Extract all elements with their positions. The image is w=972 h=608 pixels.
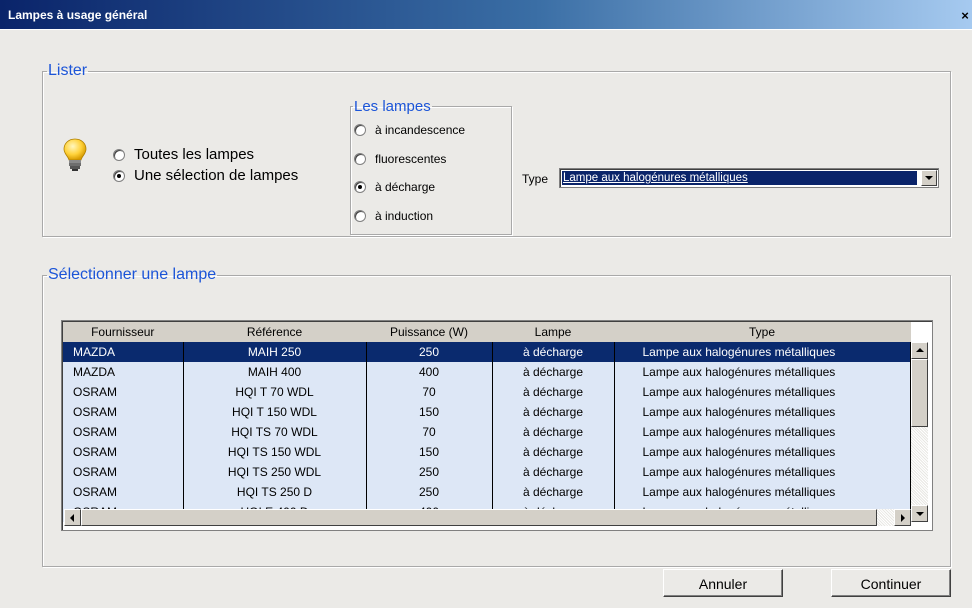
vertical-scrollbar[interactable] xyxy=(911,342,928,522)
cell-type: Lampe aux halogénures métalliques xyxy=(614,382,911,402)
radio-toutes-les-lampes[interactable]: Toutes les lampes xyxy=(113,146,254,163)
cell-puissance: 150 xyxy=(366,402,493,422)
radio-label: à incandescence xyxy=(375,123,466,137)
column-header-puissance[interactable]: Puissance (W) xyxy=(366,322,493,342)
cell-fournisseur: MAZDA xyxy=(63,342,184,362)
cell-reference: HQI T 70 WDL xyxy=(183,382,367,402)
column-header-fournisseur[interactable]: Fournisseur xyxy=(63,322,184,342)
continue-button[interactable]: Continuer xyxy=(831,569,951,597)
cell-type: Lampe aux halogénures métalliques xyxy=(614,342,911,362)
scroll-right-icon[interactable] xyxy=(894,509,911,526)
les-lampes-legend: Les lampes xyxy=(354,98,431,115)
selection-group: Sélectionner une lampe Fournisseur Référ… xyxy=(42,266,951,567)
les-lampes-group: Les lampes à incandescence fluorescentes… xyxy=(350,98,512,235)
grid-header-row: Fournisseur Référence Puissance (W) Lamp… xyxy=(63,322,911,342)
cell-fournisseur: OSRAM xyxy=(63,482,184,502)
radio-label: fluorescentes xyxy=(375,152,447,166)
window-title: Lampes à usage général xyxy=(8,8,148,22)
radio-button-icon[interactable] xyxy=(354,124,366,136)
cell-lampe: à décharge xyxy=(492,402,615,422)
table-row[interactable]: MAZDA MAIH 250 250 à décharge Lampe aux … xyxy=(63,342,911,362)
scroll-up-icon[interactable] xyxy=(911,342,928,359)
vertical-scroll-thumb[interactable] xyxy=(911,359,928,427)
title-bar: Lampes à usage général × xyxy=(0,0,972,30)
radio-label: à induction xyxy=(375,209,434,223)
type-label: Type xyxy=(522,172,549,186)
column-header-type[interactable]: Type xyxy=(614,322,911,342)
cell-puissance: 70 xyxy=(366,422,493,442)
cell-type: Lampe aux halogénures métalliques xyxy=(614,462,911,482)
horizontal-scroll-thumb[interactable] xyxy=(81,509,877,526)
lister-legend: Lister xyxy=(48,62,88,79)
scroll-left-icon[interactable] xyxy=(64,509,81,526)
cell-reference: HQI T 150 WDL xyxy=(183,402,367,422)
radio-incandescence[interactable]: à incandescence xyxy=(354,123,465,137)
cell-puissance: 250 xyxy=(366,342,493,362)
table-row[interactable]: OSRAM HQI TS 250 D 250 à décharge Lampe … xyxy=(63,482,911,502)
cell-fournisseur: OSRAM xyxy=(63,402,184,422)
lister-group: Lister Toutes les lampes Une sélection d… xyxy=(42,62,951,237)
radio-label: Une sélection de lampes xyxy=(134,167,299,184)
cell-lampe: à décharge xyxy=(492,462,615,482)
table-row[interactable]: OSRAM HQI TS 70 WDL 70 à décharge Lampe … xyxy=(63,422,911,442)
cell-reference: HQI TS 70 WDL xyxy=(183,422,367,442)
cell-lampe: à décharge xyxy=(492,362,615,382)
horizontal-scrollbar[interactable] xyxy=(64,509,911,526)
cell-type: Lampe aux halogénures métalliques xyxy=(614,482,911,502)
cancel-button[interactable]: Annuler xyxy=(663,569,783,597)
radio-induction[interactable]: à induction xyxy=(354,209,433,223)
table-row[interactable]: OSRAM HQI TS 150 WDL 150 à décharge Lamp… xyxy=(63,442,911,462)
radio-fluorescentes[interactable]: fluorescentes xyxy=(354,152,446,166)
table-row[interactable]: OSRAM HQI TS 250 WDL 250 à décharge Lamp… xyxy=(63,462,911,482)
type-dropdown[interactable]: Lampe aux halogénures métalliques xyxy=(559,168,939,188)
radio-button-icon[interactable] xyxy=(113,148,125,161)
table-row[interactable]: MAZDA MAIH 400 400 à décharge Lampe aux … xyxy=(63,362,911,382)
selection-legend: Sélectionner une lampe xyxy=(48,266,217,283)
column-header-lampe[interactable]: Lampe xyxy=(492,322,615,342)
cell-lampe: à décharge xyxy=(492,342,615,362)
cell-fournisseur: MAZDA xyxy=(63,362,184,382)
cell-type: Lampe aux halogénures métalliques xyxy=(614,362,911,382)
cell-puissance: 250 xyxy=(366,482,493,502)
cell-lampe: à décharge xyxy=(492,382,615,402)
cell-reference: HQI TS 250 WDL xyxy=(183,462,367,482)
cell-fournisseur: OSRAM xyxy=(63,462,184,482)
radio-selection-de-lampes[interactable]: Une sélection de lampes xyxy=(113,167,298,184)
cell-reference: MAIH 250 xyxy=(183,342,367,362)
cell-puissance: 150 xyxy=(366,442,493,462)
cell-reference: MAIH 400 xyxy=(183,362,367,382)
radio-button-icon[interactable] xyxy=(113,169,125,182)
cell-type: Lampe aux halogénures métalliques xyxy=(614,402,911,422)
cell-fournisseur: OSRAM xyxy=(63,382,184,402)
cell-reference: HQI TS 150 WDL xyxy=(183,442,367,462)
radio-button-icon[interactable] xyxy=(354,153,366,165)
type-dropdown-value: Lampe aux halogénures métalliques xyxy=(562,171,917,185)
chevron-down-icon[interactable] xyxy=(921,170,937,186)
close-icon[interactable]: × xyxy=(958,9,972,24)
cell-puissance: 250 xyxy=(366,462,493,482)
radio-label: à décharge xyxy=(375,180,436,194)
cell-fournisseur: OSRAM xyxy=(63,422,184,442)
lamp-grid[interactable]: Fournisseur Référence Puissance (W) Lamp… xyxy=(61,320,933,531)
cell-puissance: 70 xyxy=(366,382,493,402)
cell-type: Lampe aux halogénures métalliques xyxy=(614,442,911,462)
radio-button-icon[interactable] xyxy=(354,181,366,193)
table-row[interactable]: OSRAM HQI T 70 WDL 70 à décharge Lampe a… xyxy=(63,382,911,402)
radio-label: Toutes les lampes xyxy=(134,146,255,163)
cell-type: Lampe aux halogénures métalliques xyxy=(614,422,911,442)
cell-lampe: à décharge xyxy=(492,442,615,462)
column-header-reference[interactable]: Référence xyxy=(183,322,367,342)
radio-button-icon[interactable] xyxy=(354,210,366,222)
scroll-down-icon[interactable] xyxy=(911,505,928,522)
radio-decharge[interactable]: à décharge xyxy=(354,180,435,194)
cell-lampe: à décharge xyxy=(492,482,615,502)
cell-lampe: à décharge xyxy=(492,422,615,442)
cell-fournisseur: OSRAM xyxy=(63,442,184,462)
table-row[interactable]: OSRAM HQI T 150 WDL 150 à décharge Lampe… xyxy=(63,402,911,422)
cell-reference: HQI TS 250 D xyxy=(183,482,367,502)
cell-puissance: 400 xyxy=(366,362,493,382)
lightbulb-icon xyxy=(63,138,87,171)
